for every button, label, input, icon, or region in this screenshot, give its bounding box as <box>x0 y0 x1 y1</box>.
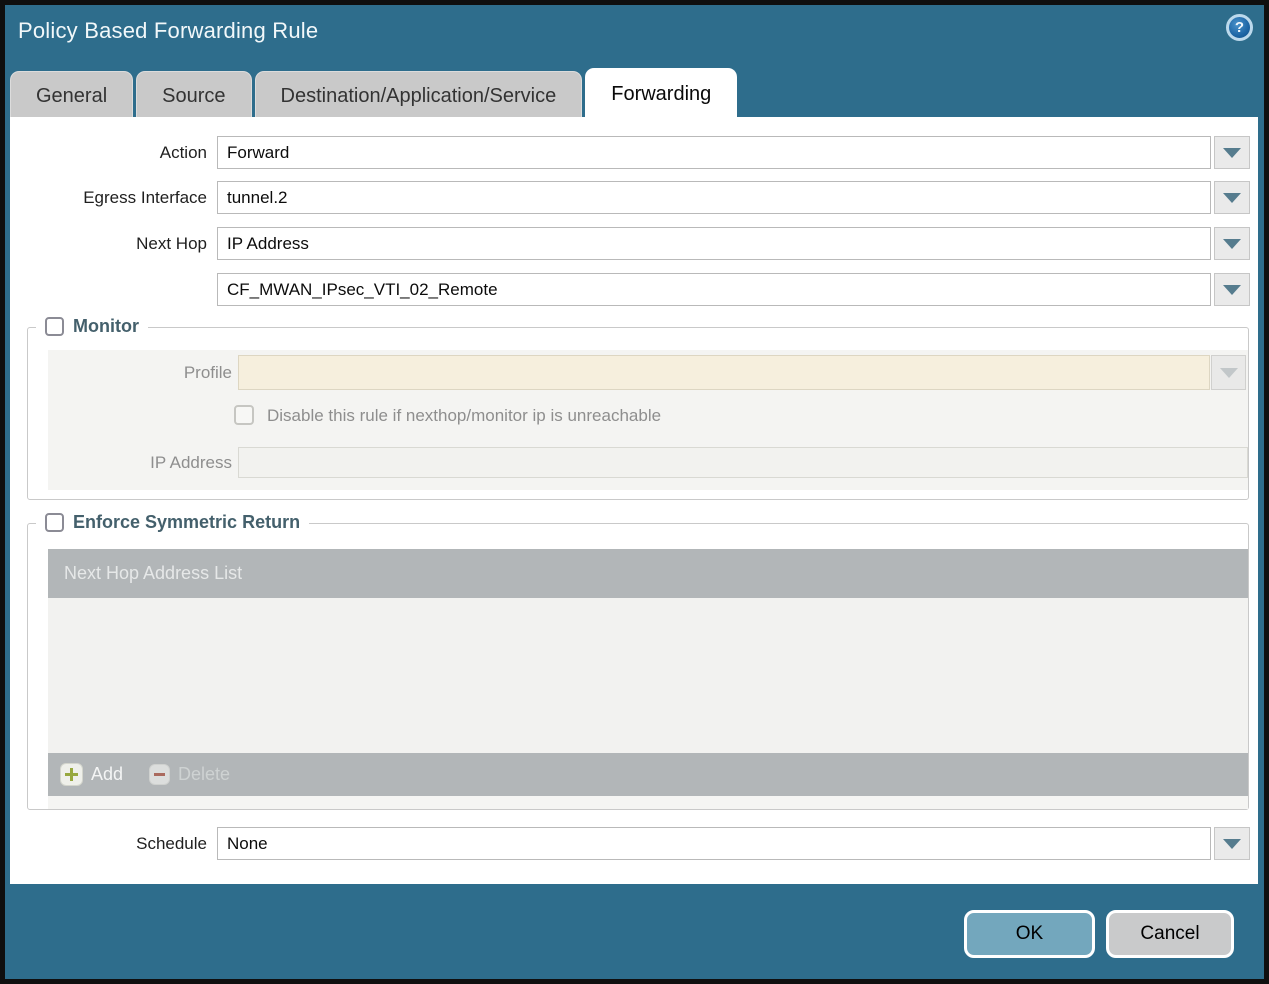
monitor-checkbox[interactable] <box>45 317 64 336</box>
chevron-down-icon <box>1223 147 1241 158</box>
enforce-symmetric-return-checkbox[interactable] <box>45 513 64 532</box>
add-icon[interactable] <box>60 763 83 786</box>
tab-general[interactable]: General <box>10 71 134 120</box>
enforce-symmetric-return-legend: Enforce Symmetric Return <box>36 512 310 533</box>
tab-forwarding[interactable]: Forwarding <box>585 68 738 120</box>
chevron-down-icon <box>1223 838 1241 849</box>
delete-icon <box>149 764 171 785</box>
action-select[interactable]: Forward <box>217 136 1211 169</box>
disable-rule-label: Disable this rule if nexthop/monitor ip … <box>267 406 662 425</box>
egress-interface-select[interactable]: tunnel.2 <box>217 181 1211 214</box>
action-label: Action <box>159 143 207 162</box>
chevron-down-icon <box>1223 284 1241 295</box>
chevron-down-icon <box>1223 238 1241 249</box>
next-hop-address-dropdown-button[interactable] <box>1214 273 1250 306</box>
monitor-legend: Monitor <box>36 316 148 337</box>
next-hop-address-list-header: Next Hop Address List <box>48 549 1248 598</box>
next-hop-address-select[interactable]: CF_MWAN_IPsec_VTI_02_Remote <box>217 273 1211 306</box>
add-button[interactable]: Add <box>91 764 123 785</box>
next-hop-address-list-body[interactable] <box>48 598 1248 753</box>
grid-bottom-strip <box>48 796 1248 809</box>
enforce-symmetric-return-section: Enforce Symmetric Return Next Hop Addres… <box>27 512 1249 810</box>
delete-button: Delete <box>178 764 231 784</box>
ok-button[interactable]: OK <box>964 910 1095 958</box>
chevron-down-icon <box>1223 192 1241 203</box>
egress-interface-dropdown-button[interactable] <box>1214 181 1250 214</box>
monitor-section: Monitor Profile Disable this rule if nex… <box>27 316 1249 500</box>
forwarding-tab-panel: Action Forward Egress Interface tunnel.2… <box>10 117 1258 884</box>
schedule-dropdown-button[interactable] <box>1214 827 1250 860</box>
profile-label: Profile <box>183 363 232 382</box>
help-icon[interactable]: ? <box>1226 14 1253 41</box>
tab-source[interactable]: Source <box>136 71 252 120</box>
monitor-section-title: Monitor <box>73 316 139 336</box>
chevron-down-icon <box>1219 367 1238 378</box>
egress-interface-label: Egress Interface <box>83 188 207 207</box>
schedule-select[interactable]: None <box>217 827 1211 860</box>
cancel-button[interactable]: Cancel <box>1106 910 1234 958</box>
disable-rule-checkbox <box>234 405 254 425</box>
monitor-ip-address-label: IP Address <box>150 453 232 472</box>
enforce-symmetric-return-title: Enforce Symmetric Return <box>73 512 301 532</box>
next-hop-label: Next Hop <box>136 234 207 253</box>
action-dropdown-button[interactable] <box>1214 136 1250 169</box>
tab-destination-application-service[interactable]: Destination/Application/Service <box>254 71 583 120</box>
next-hop-address-list-toolbar: Add Delete <box>48 753 1248 796</box>
next-hop-type-select[interactable]: IP Address <box>217 227 1211 260</box>
monitor-ip-address-input <box>238 447 1248 478</box>
profile-select <box>238 355 1210 390</box>
profile-dropdown-button <box>1211 355 1246 390</box>
next-hop-address-list-grid: Next Hop Address List Add Delete <box>48 549 1248 809</box>
monitor-panel: Profile Disable this rule if nexthop/mon… <box>48 350 1248 490</box>
schedule-label: Schedule <box>136 834 207 853</box>
dialog-title: Policy Based Forwarding Rule <box>18 18 319 43</box>
next-hop-type-dropdown-button[interactable] <box>1214 227 1250 260</box>
tab-bar: General Source Destination/Application/S… <box>10 68 738 120</box>
policy-based-forwarding-dialog: Policy Based Forwarding Rule ? General S… <box>0 0 1269 984</box>
